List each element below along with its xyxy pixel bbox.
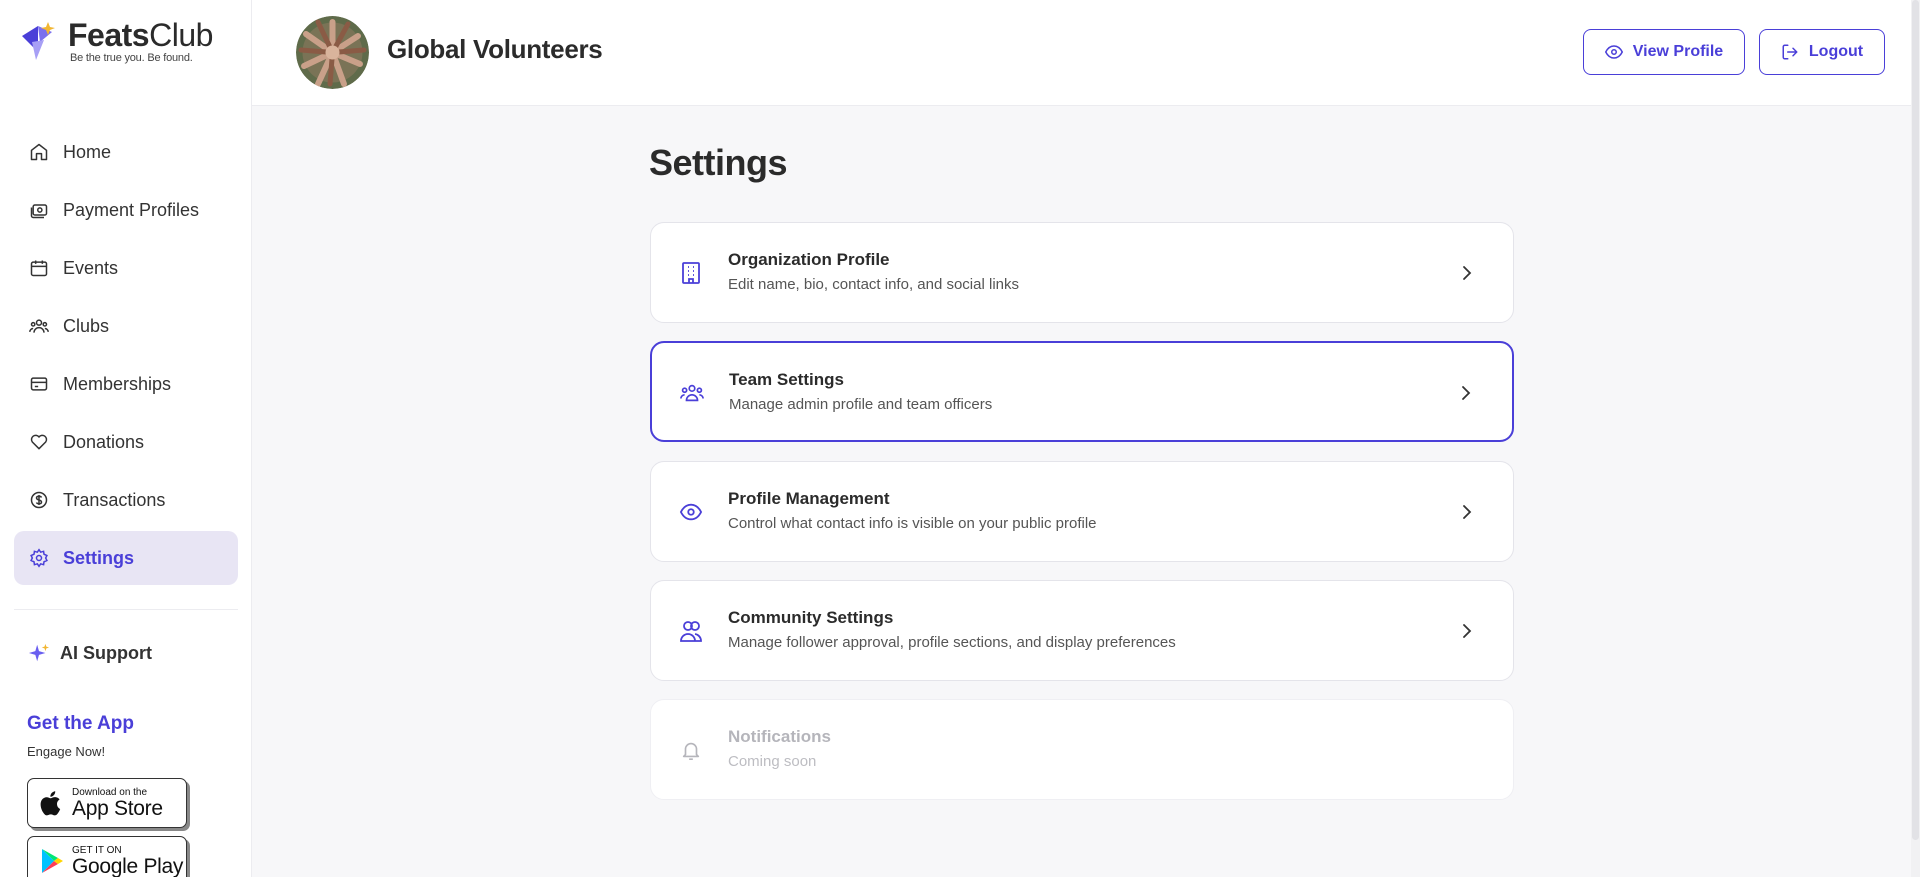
featsclub-logo[interactable]: FeatsClub Be the true you. Be found. <box>18 18 213 64</box>
ai-support-link[interactable]: AI Support <box>28 642 152 664</box>
sidebar-item-transactions[interactable]: Transactions <box>14 473 238 527</box>
chevron-right-icon <box>1456 383 1476 403</box>
dollar-icon <box>28 489 50 511</box>
card-description: Edit name, bio, contact info, and social… <box>728 276 1019 293</box>
org-avatar[interactable] <box>296 16 369 89</box>
google-play-icon <box>40 848 64 874</box>
settings-card-notifications: Notifications Coming soon <box>650 699 1514 800</box>
sidebar-item-label: Home <box>63 141 112 162</box>
get-the-app-section: Get the App Engage Now! <box>27 713 134 759</box>
community-icon <box>679 619 703 643</box>
sidebar-item-label: Clubs <box>63 315 110 336</box>
sidebar-item-clubs[interactable]: Clubs <box>14 299 238 353</box>
settings-card-team-settings[interactable]: Team Settings Manage admin profile and t… <box>650 341 1514 442</box>
google-play-small-text: GET IT ON <box>72 844 122 856</box>
card-description: Manage admin profile and team officers <box>729 396 993 413</box>
eye-icon <box>679 500 703 524</box>
card-description: Manage follower approval, profile sectio… <box>728 634 1176 651</box>
card-description: Control what contact info is visible on … <box>728 515 1097 532</box>
view-profile-label: View Profile <box>1632 43 1724 60</box>
get-app-title: Get the App <box>27 713 134 734</box>
building-icon <box>679 261 703 285</box>
card-title: Notifications <box>728 727 831 746</box>
apple-icon <box>40 789 64 817</box>
card-title: Team Settings <box>729 370 844 389</box>
card-title: Profile Management <box>728 489 890 508</box>
users-icon <box>28 315 50 337</box>
settings-card-community-settings[interactable]: Community Settings Manage follower appro… <box>650 580 1514 681</box>
google-play-badge[interactable]: GET IT ON Google Play <box>27 836 187 877</box>
scrollbar-thumb[interactable] <box>1912 0 1919 840</box>
sidebar-item-label: Donations <box>63 431 145 452</box>
get-app-subtitle: Engage Now! <box>27 744 106 759</box>
sidebar-item-home[interactable]: Home <box>14 125 238 179</box>
card-description: Coming soon <box>728 753 817 770</box>
sidebar-item-donations[interactable]: Donations <box>14 415 238 469</box>
sidebar: FeatsClub Be the true you. Be found. Hom… <box>0 0 252 877</box>
team-icon <box>680 381 704 405</box>
google-play-big-text: Google Play <box>72 854 184 877</box>
sidebar-item-events[interactable]: Events <box>14 241 238 295</box>
page-scrollbar[interactable] <box>1911 0 1920 877</box>
settings-card-organization-profile[interactable]: Organization Profile Edit name, bio, con… <box>650 222 1514 323</box>
brand-tagline: Be the true you. Be found. <box>70 52 193 64</box>
home-icon <box>28 141 50 163</box>
sidebar-item-settings[interactable]: Settings <box>14 531 238 585</box>
sidebar-item-memberships[interactable]: Memberships <box>14 357 238 411</box>
chevron-right-icon <box>1457 502 1477 522</box>
logout-icon <box>1781 43 1799 61</box>
card-icon <box>28 373 50 395</box>
app-store-small-text: Download on the <box>72 786 148 798</box>
logout-button[interactable]: Logout <box>1759 29 1885 75</box>
sparkle-icon <box>28 642 50 664</box>
featsclub-logo-icon <box>18 18 66 64</box>
sidebar-item-label: Payment Profiles <box>63 199 200 220</box>
ai-support-label: AI Support <box>60 642 152 663</box>
heart-icon <box>28 431 50 453</box>
sidebar-item-label: Transactions <box>63 489 166 510</box>
sidebar-divider <box>14 609 238 610</box>
chevron-right-icon <box>1457 621 1477 641</box>
sidebar-item-label: Settings <box>63 547 135 568</box>
sidebar-item-label: Memberships <box>63 373 172 394</box>
sidebar-nav: Home Payment Profiles Events Clubs Membe… <box>14 125 238 589</box>
gear-icon <box>28 547 50 569</box>
chevron-right-icon <box>1457 263 1477 283</box>
org-name: Global Volunteers <box>387 34 603 64</box>
calendar-icon <box>28 257 50 279</box>
settings-card-profile-management[interactable]: Profile Management Control what contact … <box>650 461 1514 562</box>
brand-name: FeatsClub <box>68 17 213 53</box>
top-header: Global Volunteers View Profile Logout <box>252 0 1920 106</box>
card-title: Organization Profile <box>728 250 890 269</box>
logout-label: Logout <box>1808 43 1864 60</box>
bell-icon <box>679 738 703 762</box>
wallet-icon <box>28 199 50 221</box>
eye-icon <box>1604 43 1623 61</box>
sidebar-item-payment-profiles[interactable]: Payment Profiles <box>14 183 238 237</box>
sidebar-item-label: Events <box>63 257 119 278</box>
card-title: Community Settings <box>728 608 894 627</box>
app-store-big-text: App Store <box>72 796 163 820</box>
view-profile-button[interactable]: View Profile <box>1583 29 1745 75</box>
app-store-badge[interactable]: Download on the App Store <box>27 778 187 828</box>
page-title: Settings <box>649 142 788 183</box>
